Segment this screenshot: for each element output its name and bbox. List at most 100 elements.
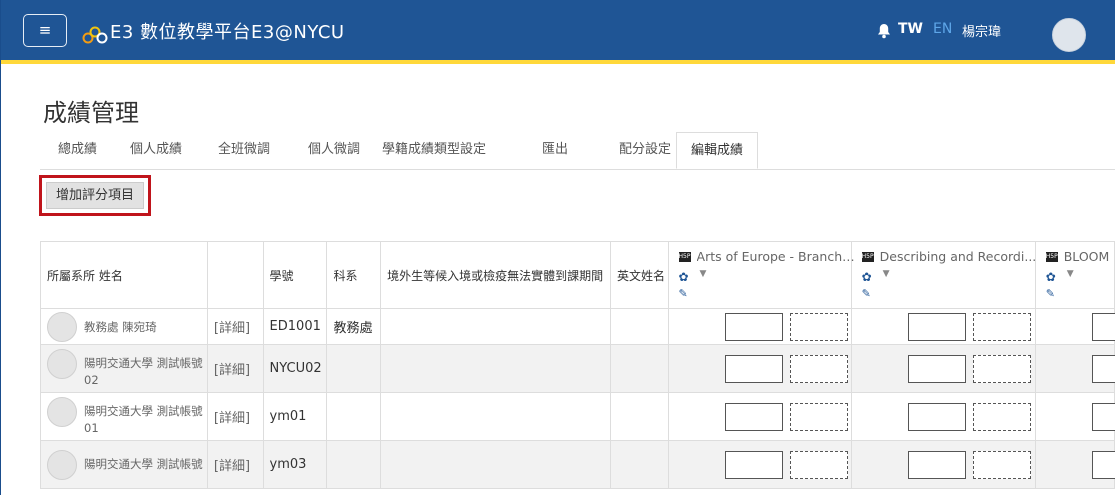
department-cell: 教務處 [326, 308, 382, 345]
grade-cell [1034, 392, 1115, 441]
page-title: 成績管理 [43, 99, 139, 127]
tab-weight-settings[interactable]: 配分設定 [619, 132, 671, 168]
grade-input[interactable] [1091, 451, 1115, 479]
table-row: 教務處 陳宛琦 [詳細] ED1001 教務處 [40, 308, 1115, 345]
grade-cell [850, 344, 1036, 393]
menu-toggle-button[interactable]: ≡ [23, 14, 67, 47]
grade-input[interactable] [1091, 355, 1115, 383]
header-name[interactable]: 所屬系所 姓名 [40, 241, 208, 309]
feedback-input[interactable] [789, 313, 848, 341]
grade-input[interactable] [907, 355, 966, 383]
tab-class-adjust[interactable]: 全班微調 [218, 132, 270, 168]
tab-edit-grades[interactable]: 編輯成績 [676, 132, 759, 169]
h5p-icon: H5P [861, 252, 874, 262]
overseas-cell [380, 308, 611, 345]
detail-link[interactable]: [詳細] [214, 459, 250, 474]
avatar[interactable] [47, 311, 77, 342]
header-student-id[interactable]: 學號 [262, 241, 328, 309]
user-name-link[interactable]: 楊宗瑋 [962, 21, 1001, 40]
grade-cell [850, 392, 1036, 441]
grade-input[interactable] [724, 451, 783, 479]
header-grade-item-3: H5P BLOOM ✿ ▼ ✎ [1034, 241, 1115, 309]
student-name-cell: 教務處 陳宛琦 [40, 308, 208, 345]
detail-link[interactable]: [詳細] [214, 321, 250, 336]
student-name-cell: 陽明交通大學 測試帳號 01 [40, 392, 208, 441]
grade-input[interactable] [724, 355, 783, 383]
language-en-link[interactable]: EN [933, 21, 952, 37]
student-name-cell: 陽明交通大學 測試帳號 02 [40, 344, 208, 393]
department-cell [326, 392, 382, 441]
grade-item-name[interactable]: BLOOM [1064, 249, 1114, 264]
add-item-highlight: 增加評分項目 [39, 175, 151, 216]
feedback-input[interactable] [972, 355, 1031, 383]
student-name-link[interactable]: 陽明交通大學 測試帳號 02 [84, 349, 207, 389]
feedback-input[interactable] [972, 451, 1031, 479]
student-id-cell: NYCU02 [262, 344, 328, 393]
detail-link[interactable]: [詳細] [214, 363, 250, 378]
header-grade-item-2: H5P Describing and Recordi... ✿ ▼ ✎ [850, 241, 1036, 309]
grade-table: 所屬系所 姓名 學號 科系 境外生等候入境或檢疫無法實體到課期間 英文姓名 H5… [40, 241, 1115, 489]
h5p-icon: H5P [678, 252, 691, 262]
student-id-cell: ym03 [262, 440, 328, 489]
student-id-cell: ym01 [262, 392, 328, 441]
tab-personal-adjust[interactable]: 個人微調 [308, 132, 360, 168]
user-avatar[interactable] [1052, 18, 1086, 52]
table-row: 陽明交通大學 測試帳號 02 [詳細] NYCU02 [40, 344, 1115, 393]
chevron-down-icon[interactable]: ▼ [1067, 269, 1074, 279]
header-department: 科系 [326, 241, 382, 309]
grade-input[interactable] [907, 403, 966, 431]
chevron-down-icon[interactable]: ▼ [883, 269, 890, 279]
grade-cell [667, 392, 852, 441]
student-name-link[interactable]: 教務處 陳宛琦 [84, 312, 157, 336]
overseas-cell [380, 344, 611, 393]
grade-input[interactable] [1091, 313, 1115, 341]
avatar[interactable] [47, 449, 77, 480]
feedback-input[interactable] [972, 313, 1031, 341]
tab-grade-type-settings[interactable]: 學籍成績類型設定 [382, 132, 486, 168]
navbar-accent-line [0, 60, 1115, 64]
student-id-cell: ED1001 [262, 308, 328, 345]
tab-personal-grade[interactable]: 個人成績 [130, 132, 182, 168]
feedback-input[interactable] [789, 451, 848, 479]
language-tw-link[interactable]: TW [898, 21, 923, 37]
grade-input[interactable] [907, 313, 966, 341]
detail-link[interactable]: [詳細] [214, 411, 250, 426]
feedback-input[interactable] [789, 403, 848, 431]
tab-export[interactable]: 匯出 [542, 132, 568, 168]
grade-item-name[interactable]: Arts of Europe - Branchi... [697, 249, 857, 264]
grade-input[interactable] [724, 403, 783, 431]
top-navbar: ≡ E3 數位教學平台E3@NYCU TW EN 楊宗瑋 [0, 0, 1115, 60]
gear-icon[interactable]: ✿ [862, 270, 872, 284]
pencil-icon[interactable]: ✎ [1046, 287, 1055, 300]
grade-cell [850, 308, 1036, 345]
add-grade-item-button[interactable]: 增加評分項目 [46, 182, 144, 209]
avatar[interactable] [47, 396, 77, 427]
grade-input[interactable] [724, 313, 783, 341]
notification-bell-icon[interactable] [877, 23, 891, 43]
gear-icon[interactable]: ✿ [679, 270, 689, 284]
student-name-link[interactable]: 陽明交通大學 測試帳號 01 [84, 397, 207, 437]
grade-cell [1034, 344, 1115, 393]
gear-icon[interactable]: ✿ [1046, 270, 1056, 284]
avatar[interactable] [47, 348, 77, 379]
chevron-down-icon[interactable]: ▼ [700, 269, 707, 279]
grade-input[interactable] [1091, 403, 1115, 431]
grade-input[interactable] [907, 451, 966, 479]
grade-item-name[interactable]: Describing and Recordi... [880, 249, 1040, 264]
tab-total-grade[interactable]: 總成績 [58, 132, 97, 168]
site-title-link[interactable]: E3 數位教學平台E3@NYCU [110, 18, 345, 44]
e3-logo-icon[interactable] [82, 26, 108, 48]
pencil-icon[interactable]: ✎ [679, 287, 688, 300]
feedback-input[interactable] [789, 355, 848, 383]
overseas-cell [380, 392, 611, 441]
feedback-input[interactable] [972, 403, 1031, 431]
student-name-cell: 陽明交通大學 測試帳號 [40, 440, 208, 489]
english-name-cell [609, 308, 669, 345]
pencil-icon[interactable]: ✎ [862, 287, 871, 300]
student-id: ED1001 [269, 319, 321, 334]
department-cell [326, 440, 382, 489]
grade-cell [667, 308, 852, 345]
grade-cell [1034, 440, 1115, 489]
grade-cell [667, 344, 852, 393]
student-name-link[interactable]: 陽明交通大學 測試帳號 [84, 450, 203, 473]
